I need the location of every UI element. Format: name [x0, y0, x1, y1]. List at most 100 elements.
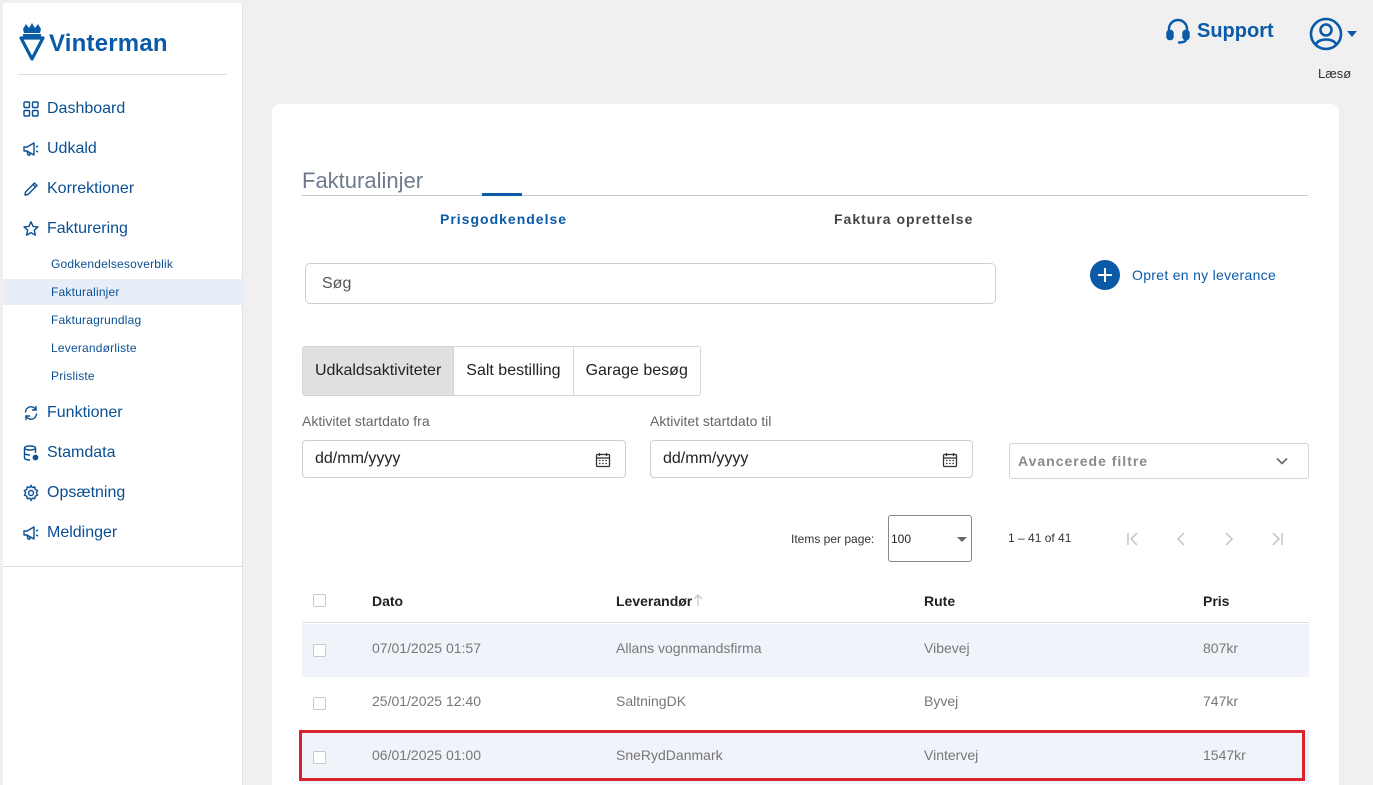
table-row[interactable]: 07/01/2025 01:57 Allans vognmandsfirma V…	[302, 624, 1309, 677]
sidebar-subitem-label: Fakturalinjer	[51, 285, 120, 299]
headset-icon	[1166, 18, 1190, 44]
cell-price: 747kr	[1203, 693, 1239, 709]
advanced-filter-dropdown[interactable]: Avancerede filtre	[1009, 443, 1309, 479]
sidebar-item-funktioner[interactable]: Funktioner	[3, 395, 243, 431]
sidebar-item-korrektioner[interactable]: Korrektioner	[3, 171, 243, 207]
table-row[interactable]: 06/01/2025 01:00 SneRydDanmark Vintervej…	[302, 731, 1309, 784]
sidebar-subitem-godkendelsesoverblik[interactable]: Godkendelsesoverblik	[3, 251, 243, 277]
toggle-garage-besog[interactable]: Garage besøg	[573, 347, 700, 395]
column-header-pris[interactable]: Pris	[1203, 593, 1229, 609]
municipality-label: Læsø	[1318, 66, 1352, 81]
sidebar-item-label: Funktioner	[47, 404, 123, 421]
page-title: Fakturalinjer	[302, 168, 424, 193]
items-per-page-label: Items per page:	[791, 532, 875, 546]
sidebar-item-fakturering[interactable]: Fakturering	[3, 211, 243, 247]
sidebar-item-dashboard[interactable]: Dashboard	[3, 91, 243, 127]
database-icon	[23, 445, 39, 461]
date-from-value: dd/mm/yyyy	[315, 450, 401, 467]
sidebar-subitem-fakturalinjer[interactable]: Fakturalinjer	[3, 279, 243, 305]
refresh-icon	[24, 405, 38, 421]
sidebar-item-stamdata[interactable]: Stamdata	[3, 435, 243, 471]
column-header-leverandor[interactable]: Leverandør	[616, 593, 692, 609]
tab-faktura-oprettelse[interactable]: Faktura oprettelse	[834, 211, 973, 227]
tab-prisgodkendelse[interactable]: Prisgodkendelse	[440, 211, 567, 227]
cell-price: 1547kr	[1203, 747, 1246, 763]
tab-active-indicator	[482, 193, 522, 196]
crown-v-logo-icon	[19, 23, 45, 61]
dropdown-arrow-icon	[957, 537, 967, 542]
sidebar-item-udkald[interactable]: Udkald	[3, 131, 243, 167]
new-delivery-button[interactable]: Opret en ny leverance	[1090, 260, 1276, 290]
gear-icon	[23, 484, 39, 502]
sidebar-item-label: Fakturering	[47, 220, 128, 237]
date-from-label: Aktivitet startdato fra	[302, 413, 430, 429]
sidebar-item-label: Opsætning	[47, 484, 126, 501]
sidebar-subitem-prisliste[interactable]: Prisliste	[3, 363, 243, 389]
first-page-icon[interactable]	[1121, 527, 1145, 551]
brand-name: Vinterman	[49, 30, 168, 57]
cell-date: 25/01/2025 12:40	[372, 693, 481, 709]
sort-arrow-up-icon[interactable]	[692, 593, 704, 607]
pencil-icon	[24, 182, 38, 196]
sidebar-subitem-fakturagrundlag[interactable]: Fakturagrundlag	[3, 307, 243, 333]
toggle-udkaldsaktiviteter[interactable]: Udkaldsaktiviteter	[303, 347, 455, 395]
sidebar-subitem-label: Leverandørliste	[51, 341, 137, 355]
megaphone-icon	[23, 526, 39, 540]
row-checkbox[interactable]	[313, 697, 326, 710]
brand-logo[interactable]: Vinterman	[19, 21, 168, 61]
date-to-label: Aktivitet startdato til	[650, 413, 772, 429]
sidebar-item-meldinger[interactable]: Meldinger	[3, 515, 243, 551]
divider	[3, 566, 243, 567]
chevron-down-icon	[1276, 457, 1288, 465]
select-all-checkbox[interactable]	[313, 594, 326, 607]
cell-date: 07/01/2025 01:57	[372, 640, 481, 656]
new-delivery-label: Opret en ny leverance	[1132, 267, 1277, 283]
sidebar: Vinterman Dashboard Udkald Korrektioner	[3, 3, 243, 785]
sidebar-item-label: Udkald	[47, 140, 97, 157]
cell-supplier: SneRydDanmark	[616, 747, 723, 763]
support-button[interactable]: Support	[1166, 18, 1274, 44]
advanced-filter-label: Avancerede filtre	[1018, 453, 1149, 469]
column-header-rute[interactable]: Rute	[924, 593, 955, 609]
sidebar-subitem-leverandorliste[interactable]: Leverandørliste	[3, 335, 243, 361]
user-avatar-icon	[1309, 17, 1343, 51]
caret-down-icon	[1347, 31, 1357, 37]
table-header: Dato Leverandør Rute Pris	[302, 578, 1309, 623]
sidebar-subitem-label: Fakturagrundlag	[51, 313, 142, 327]
sidebar-item-label: Korrektioner	[47, 180, 135, 197]
sidebar-item-label: Stamdata	[47, 444, 116, 461]
previous-page-icon[interactable]	[1169, 527, 1193, 551]
calendar-icon[interactable]	[595, 452, 611, 468]
cell-route: Vibevej	[924, 640, 970, 656]
main-card: Fakturalinjer Prisgodkendelse Faktura op…	[272, 104, 1339, 785]
cell-supplier: Allans vognmandsfirma	[616, 640, 762, 656]
sidebar-item-opsaetning[interactable]: Opsætning	[3, 475, 243, 511]
date-to-input[interactable]: dd/mm/yyyy	[650, 440, 973, 478]
cell-date: 06/01/2025 01:00	[372, 747, 481, 763]
cell-supplier: SaltningDK	[616, 693, 687, 709]
add-circle-icon	[1090, 260, 1120, 290]
date-to-value: dd/mm/yyyy	[663, 450, 749, 467]
toggle-salt-bestilling[interactable]: Salt bestilling	[454, 347, 574, 395]
grid-icon	[23, 101, 39, 117]
paginator: Items per page: 100 1 – 41 of 41	[272, 515, 1339, 563]
items-per-page-select[interactable]: 100	[888, 515, 972, 562]
divider	[18, 74, 227, 75]
next-page-icon[interactable]	[1217, 527, 1241, 551]
star-icon	[23, 221, 39, 236]
account-menu-button[interactable]	[1309, 17, 1357, 51]
sidebar-subitem-label: Prisliste	[51, 369, 95, 383]
activity-type-toggle-group: Udkaldsaktiviteter Salt bestilling Garag…	[302, 346, 701, 396]
search-input[interactable]	[305, 263, 996, 304]
row-checkbox[interactable]	[313, 751, 326, 764]
table-row[interactable]: 25/01/2025 12:40 SaltningDK Byvej 747kr	[302, 677, 1309, 730]
sidebar-item-label: Meldinger	[47, 524, 118, 541]
row-checkbox[interactable]	[313, 644, 326, 657]
column-header-dato[interactable]: Dato	[372, 593, 403, 609]
sidebar-subitem-label: Godkendelsesoverblik	[51, 257, 174, 271]
last-page-icon[interactable]	[1265, 527, 1289, 551]
divider	[302, 195, 1308, 196]
cell-price: 807kr	[1203, 640, 1239, 656]
date-from-input[interactable]: dd/mm/yyyy	[302, 440, 626, 478]
calendar-icon[interactable]	[942, 452, 958, 468]
